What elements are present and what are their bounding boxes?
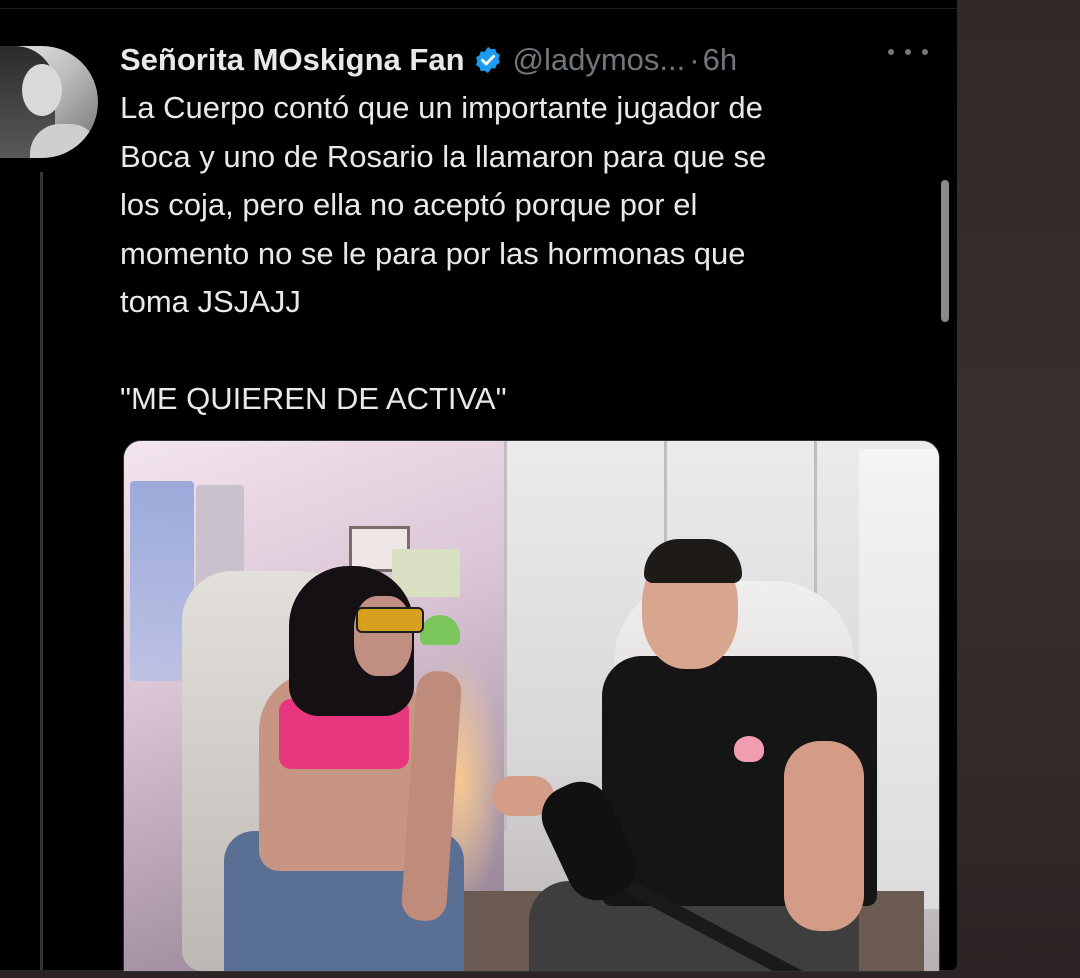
divider xyxy=(0,8,957,9)
more-dot xyxy=(905,49,911,55)
thread-line xyxy=(40,172,43,970)
timestamp[interactable]: 6h xyxy=(703,42,737,78)
separator-dot: · xyxy=(689,42,700,77)
more-dot xyxy=(888,49,894,55)
scene-person-left-glasses xyxy=(356,607,424,633)
avatar[interactable] xyxy=(0,46,98,158)
scene-person-right-arm xyxy=(784,741,864,931)
tweet-screen: Señorita MOskigna Fan @ladymos... · 6h L… xyxy=(0,0,957,972)
avatar-face-shape xyxy=(22,64,62,116)
tweet-media-video[interactable] xyxy=(123,440,940,972)
more-options-icon[interactable] xyxy=(888,44,928,60)
scene-shirt-logo xyxy=(734,736,764,762)
more-dot xyxy=(922,49,928,55)
scene-closet-edge xyxy=(504,441,507,831)
handle[interactable]: @ladymos... xyxy=(513,42,686,78)
screenshot-frame: Señorita MOskigna Fan @ladymos... · 6h L… xyxy=(0,0,1080,978)
display-name[interactable]: Señorita MOskigna Fan xyxy=(120,42,465,78)
tweet-header: Señorita MOskigna Fan @ladymos... · 6h xyxy=(120,38,737,82)
scene-person-right-hair xyxy=(644,539,742,583)
tweet-text: La Cuerpo contó que un importante jugado… xyxy=(120,90,767,416)
verified-badge-icon xyxy=(473,45,503,75)
scrollbar[interactable] xyxy=(941,180,949,322)
